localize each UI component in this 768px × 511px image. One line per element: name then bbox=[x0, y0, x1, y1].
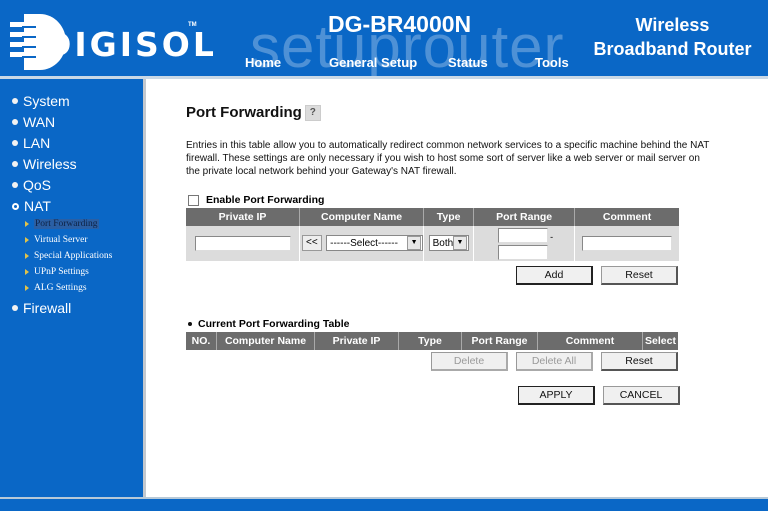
nav-tools[interactable]: Tools bbox=[535, 55, 569, 70]
column-header: Port Range bbox=[461, 332, 538, 350]
footer-bar bbox=[0, 499, 768, 511]
sidebar-subitem-label: UPnP Settings bbox=[34, 267, 89, 277]
column-header: Computer Name bbox=[299, 208, 425, 226]
sidebar-item-label: Wireless bbox=[23, 156, 77, 172]
cancel-button[interactable]: CANCEL bbox=[603, 386, 680, 405]
brand-name: DIGISOL bbox=[44, 25, 217, 64]
sidebar-subitem-port-forwarding[interactable]: Port Forwarding bbox=[25, 219, 99, 229]
arrow-right-icon bbox=[25, 237, 29, 243]
sidebar-subitem-label: ALG Settings bbox=[34, 283, 87, 293]
sidebar-item-lan[interactable]: LAN bbox=[12, 135, 50, 151]
column-header: Port Range bbox=[473, 208, 576, 226]
column-header: NO. bbox=[186, 332, 217, 350]
sidebar-subitem-special-applications[interactable]: Special Applications bbox=[25, 251, 112, 261]
port-range-separator: - bbox=[550, 232, 554, 242]
sidebar-subitem-alg-settings[interactable]: ALG Settings bbox=[25, 283, 87, 293]
column-header: Private IP bbox=[186, 208, 300, 226]
tagline: Wireless Broadband Router bbox=[585, 13, 760, 61]
current-table-title: Current Port Forwarding Table bbox=[188, 318, 349, 330]
page-title: Port Forwarding ? bbox=[186, 104, 321, 121]
sidebar-item-label: NAT bbox=[24, 198, 51, 214]
sidebar-item-label: Firewall bbox=[23, 300, 72, 316]
sidebar-item-wan[interactable]: WAN bbox=[12, 114, 55, 130]
arrow-right-icon bbox=[25, 253, 29, 259]
bullet-icon bbox=[12, 182, 18, 188]
chevron-down-icon: ▼ bbox=[453, 236, 467, 251]
sidebar-subitem-upnp-settings[interactable]: UPnP Settings bbox=[25, 267, 89, 277]
comment-input[interactable] bbox=[582, 235, 673, 251]
reset-button[interactable]: Reset bbox=[601, 266, 678, 285]
column-header: Comment bbox=[574, 208, 679, 226]
nav-home[interactable]: Home bbox=[245, 55, 281, 70]
sidebar-item-qos[interactable]: QoS bbox=[12, 177, 51, 193]
port-range-to-input[interactable] bbox=[498, 244, 549, 260]
tagline-line2: Broadband Router bbox=[593, 39, 752, 59]
sidebar-item-label: WAN bbox=[23, 114, 56, 130]
arrow-right-icon bbox=[25, 269, 29, 275]
bullet-icon bbox=[12, 119, 18, 125]
column-header: Select bbox=[642, 332, 678, 350]
reset-table-button[interactable]: Reset bbox=[601, 352, 678, 371]
column-header: Private IP bbox=[314, 332, 399, 350]
sidebar-item-label: QoS bbox=[23, 177, 52, 193]
sidebar-item-label: LAN bbox=[23, 135, 51, 151]
page-title-text: Port Forwarding bbox=[186, 104, 302, 121]
open-bullet-icon bbox=[12, 202, 19, 210]
sidebar-item-nat[interactable]: NAT bbox=[12, 198, 51, 214]
trademark: TM bbox=[188, 22, 197, 28]
arrow-right-icon bbox=[25, 285, 29, 291]
computer-name-select[interactable]: ------Select------ ▼ bbox=[326, 235, 424, 252]
sidebar-item-firewall[interactable]: Firewall bbox=[12, 300, 71, 316]
current-port-forwarding-table: NO. Computer Name Private IP Type Port R… bbox=[186, 332, 678, 350]
arrow-right-icon bbox=[25, 221, 29, 227]
digisol-logo: DIGISOL TM bbox=[10, 14, 214, 70]
column-header: Computer Name bbox=[216, 332, 315, 350]
bullet-icon bbox=[12, 140, 18, 146]
column-header: Type bbox=[423, 208, 475, 226]
sidebar-item-label: System bbox=[23, 93, 70, 109]
sidebar-divider bbox=[143, 79, 146, 499]
bullet-icon bbox=[12, 98, 18, 104]
entry-table: Private IP Computer Name Type Port Range… bbox=[186, 208, 679, 261]
help-icon[interactable]: ? bbox=[304, 104, 321, 121]
delete-all-button[interactable]: Delete All bbox=[516, 352, 593, 371]
tagline-line1: Wireless bbox=[635, 15, 710, 35]
private-ip-input[interactable] bbox=[194, 235, 291, 251]
computer-name-selected: ------Select------ bbox=[330, 237, 398, 249]
column-header: Comment bbox=[537, 332, 643, 350]
add-button[interactable]: Add bbox=[516, 266, 593, 285]
type-select[interactable]: Both ▼ bbox=[428, 235, 469, 252]
sidebar-item-system[interactable]: System bbox=[12, 93, 70, 109]
bullet-icon bbox=[188, 322, 192, 326]
apply-button[interactable]: APPLY bbox=[518, 386, 595, 405]
bullet-icon bbox=[12, 305, 18, 311]
sidebar-item-wireless[interactable]: Wireless bbox=[12, 156, 77, 172]
page-description: Entries in this table allow you to autom… bbox=[186, 140, 710, 177]
sidebar-subitem-label: Virtual Server bbox=[34, 235, 88, 245]
current-table-title-text: Current Port Forwarding Table bbox=[198, 318, 350, 330]
enable-port-forwarding-checkbox[interactable] bbox=[188, 194, 199, 206]
sidebar-subitem-virtual-server[interactable]: Virtual Server bbox=[25, 235, 88, 245]
nav-general-setup[interactable]: General Setup bbox=[329, 55, 417, 70]
enable-port-forwarding[interactable]: Enable Port Forwarding bbox=[188, 194, 324, 206]
bullet-icon bbox=[12, 161, 18, 167]
copy-computer-button[interactable]: << bbox=[302, 235, 322, 252]
delete-button[interactable]: Delete bbox=[431, 352, 508, 371]
sidebar-subitem-label: Special Applications bbox=[34, 251, 113, 261]
model-name: DG-BR4000N bbox=[328, 11, 472, 37]
column-header: Type bbox=[398, 332, 462, 350]
sidebar-subitem-label: Port Forwarding bbox=[34, 219, 99, 229]
header: setuprouter DIGISOL TM DG-BR4000N Wirele… bbox=[0, 0, 768, 76]
port-range-from-input[interactable] bbox=[498, 227, 549, 243]
nav-status[interactable]: Status bbox=[448, 55, 488, 70]
type-selected: Both bbox=[432, 237, 454, 249]
chevron-down-icon: ▼ bbox=[407, 236, 422, 251]
enable-port-forwarding-label: Enable Port Forwarding bbox=[206, 194, 325, 206]
